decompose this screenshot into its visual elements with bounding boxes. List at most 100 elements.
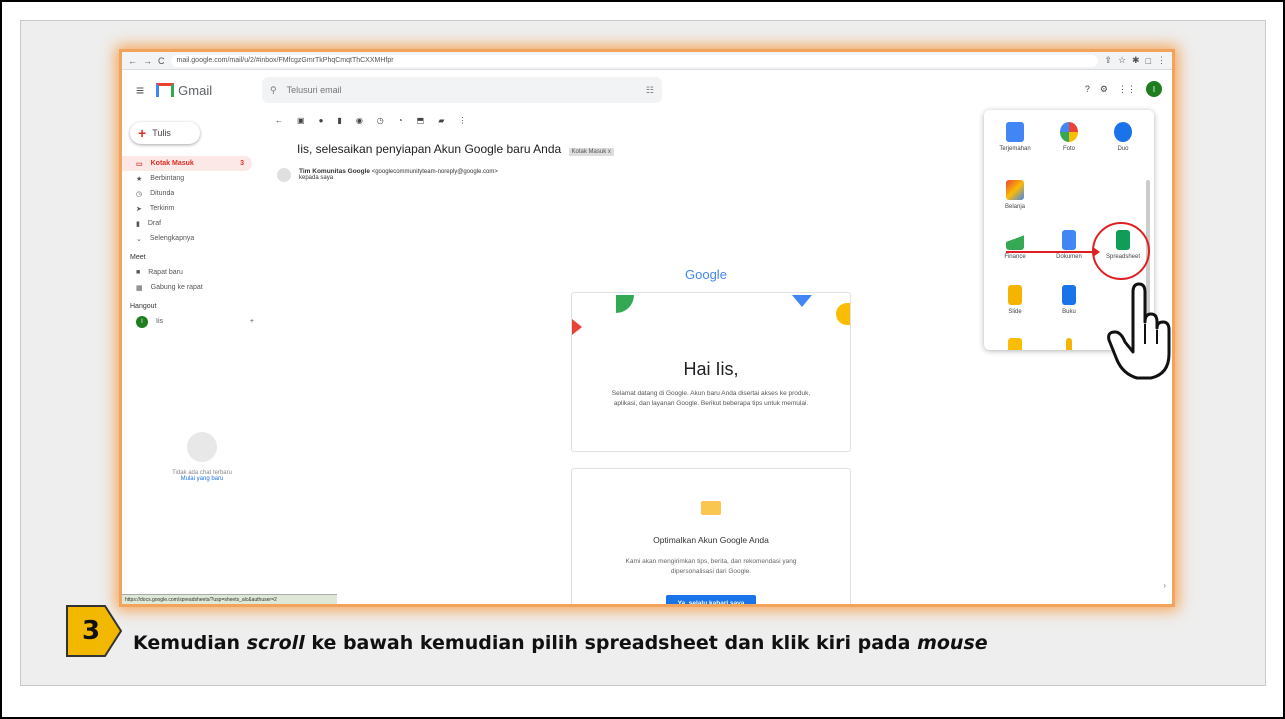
app-keep-partial[interactable] (990, 338, 1040, 350)
app-label: Terjemahan (999, 146, 1031, 152)
email-subject-text: Iis, selesaikan penyiapan Akun Google ba… (297, 142, 562, 156)
report-spam-icon[interactable]: ● (319, 116, 324, 125)
app-shopping[interactable]: Belanja (990, 180, 1040, 210)
sender-email: <googlecommunityteam-noreply@google.com> (371, 169, 498, 175)
reload-icon[interactable]: C (158, 56, 165, 66)
meet-join-meeting[interactable]: ▦ Gabung ke rapat (122, 280, 262, 295)
red-circle-annotation (1092, 222, 1150, 280)
help-icon[interactable]: ? (1085, 84, 1090, 94)
add-task-icon[interactable]: ◔ (398, 116, 403, 125)
step-caption: Kemudian scroll ke bawah kemudian pilih … (133, 632, 988, 654)
keep-icon (1008, 338, 1022, 350)
app-label: Duo (1117, 146, 1129, 152)
app-label: Belanja (1004, 204, 1025, 210)
app-photos[interactable]: Foto (1044, 122, 1094, 152)
hangout-header: Hangout (130, 303, 157, 310)
sidebar-item-inbox[interactable]: ▭ Kotak Masuk 3 (122, 156, 252, 171)
start-new-chat-link[interactable]: Mulai yang baru (152, 476, 252, 482)
gmail-screenshot: ← → C mail.google.com/mail/u/2/#inbox/FM… (122, 52, 1172, 604)
send-icon: ➤ (136, 205, 142, 213)
sidebar-item-sent[interactable]: ➤ Terkirim (122, 201, 262, 216)
settings-gear-icon[interactable]: ⚙ (1100, 84, 1108, 95)
sidebar-item-snoozed[interactable]: ◷ Ditunda (122, 186, 262, 201)
search-box[interactable]: ⚲ Telusuri email ☷ (262, 77, 662, 103)
app-label: Foto (1062, 146, 1075, 152)
email-toolbar: ← ▣ ● ▮ ◉ ◷ ◔ ⬒ ▰ ⋮ (267, 112, 992, 128)
snooze-icon[interactable]: ◷ (377, 116, 384, 125)
meet-header: Meet (130, 254, 146, 261)
avatar[interactable]: I (1146, 81, 1162, 97)
sender-name: Tim Komunitas Google (299, 168, 371, 175)
archive-icon[interactable]: ▣ (297, 116, 305, 125)
move-to-icon[interactable]: ⬒ (417, 116, 425, 125)
search-input[interactable]: Telusuri email (287, 85, 342, 95)
mark-unread-icon[interactable]: ◉ (356, 116, 363, 125)
sidebar-item-label: Terkirim (149, 205, 175, 212)
back-arrow-icon[interactable]: ← (275, 116, 283, 125)
menu-dots-icon[interactable]: ⋮ (1157, 55, 1166, 66)
hangout-user[interactable]: I Iis + (122, 314, 262, 329)
extensions-icon[interactable]: ✱ (1132, 55, 1140, 66)
meet-item-label: Rapat baru (148, 269, 183, 276)
link-status-bar: https://docs.google.com/spreadsheets/?us… (122, 594, 337, 604)
video-icon: ■ (136, 269, 141, 276)
app-finance[interactable]: Finance (990, 230, 1040, 260)
app-partial[interactable] (1044, 338, 1094, 350)
outer-frame: ← → C mail.google.com/mail/u/2/#inbox/FM… (0, 0, 1285, 719)
envelope-icon (701, 501, 721, 515)
caption-emphasis: mouse (917, 632, 988, 654)
sidebar-item-label: Ditunda (150, 190, 175, 197)
compose-button[interactable]: + Tulis (130, 122, 200, 144)
slides-icon (1008, 285, 1022, 305)
label-icon[interactable]: ▰ (438, 116, 444, 125)
app-label: Slide (1008, 309, 1022, 315)
translate-icon (1006, 122, 1024, 142)
share-icon[interactable]: ⇪ (1104, 55, 1112, 66)
sidebar-item-more[interactable]: ⌄ Selengkapnya (122, 231, 262, 246)
forward-icon[interactable]: → (143, 56, 152, 66)
sidebar-item-drafts[interactable]: ▮ Draf (122, 216, 262, 231)
docs-icon (1062, 230, 1076, 250)
keyboard-icon: ▦ (136, 284, 143, 292)
sidebar-item-starred[interactable]: ★ Berbintang (122, 171, 262, 186)
recipient-line[interactable]: kepada saya (299, 175, 498, 181)
back-icon[interactable]: ← (128, 56, 137, 66)
window-icon[interactable]: □ (1146, 56, 1151, 66)
app-slides[interactable]: Slide (990, 285, 1040, 315)
sidebar-nav: ▭ Kotak Masuk 3 ★ Berbintang ◷ Ditunda ➤ Te… (122, 156, 262, 246)
bookmark-star-icon[interactable]: ☆ (1118, 55, 1126, 66)
decor-green-shape (616, 295, 634, 313)
caption-part: Kemudian (133, 632, 247, 654)
address-bar[interactable]: mail.google.com/mail/u/2/#inbox/FMfcgzGm… (170, 54, 1099, 67)
chevron-right-icon[interactable]: › (1163, 581, 1166, 590)
app-duo[interactable]: Duo (1098, 122, 1148, 152)
hangout-user-name: Iis (156, 318, 163, 325)
finance-icon (1006, 230, 1024, 250)
filter-icon[interactable]: ☷ (646, 85, 654, 96)
caption-part: ke bawah kemudian pilih spreadsheet dan … (304, 632, 918, 654)
apps-grid-icon[interactable]: ⋮⋮ (1118, 84, 1136, 95)
sidebar-item-label: Kotak Masuk (150, 160, 194, 167)
gmail-header: ≡ Gmail ⚲ Telusuri email ☷ ? ⚙ ⋮⋮ I (122, 70, 1172, 110)
search-icon[interactable]: ⚲ (270, 85, 277, 96)
delete-icon[interactable]: ▮ (337, 116, 341, 125)
sidebar-item-label: Selengkapnya (149, 235, 195, 242)
hamburger-menu-icon[interactable]: ≡ (136, 82, 144, 98)
app-docs[interactable]: Dokumen (1044, 230, 1094, 260)
decor-red-shape (572, 319, 582, 335)
inbox-tag[interactable]: Kotak Masuk x (568, 148, 614, 156)
app-translate[interactable]: Terjemahan (990, 122, 1040, 152)
pointer-hand-icon (1107, 282, 1171, 380)
keep-me-updated-button[interactable]: Ya, selalu kabari saya (665, 595, 757, 604)
more-icon[interactable]: ⋮ (458, 116, 466, 125)
app-books[interactable]: Buku (1044, 285, 1094, 315)
gmail-logo[interactable]: Gmail (156, 83, 212, 98)
welcome-body: Selamat datang di Google. Akun baru Anda… (611, 390, 811, 407)
inbox-icon: ▭ (136, 160, 143, 168)
app-label: Dokumen (1056, 254, 1082, 260)
greeting-heading: Hai Iis, (683, 359, 739, 379)
sidebar-item-label: Berbintang (150, 175, 185, 182)
add-hangout-icon[interactable]: + (250, 318, 254, 325)
meet-new-meeting[interactable]: ■ Rapat baru (122, 265, 262, 280)
unread-count: 3 (240, 160, 244, 167)
